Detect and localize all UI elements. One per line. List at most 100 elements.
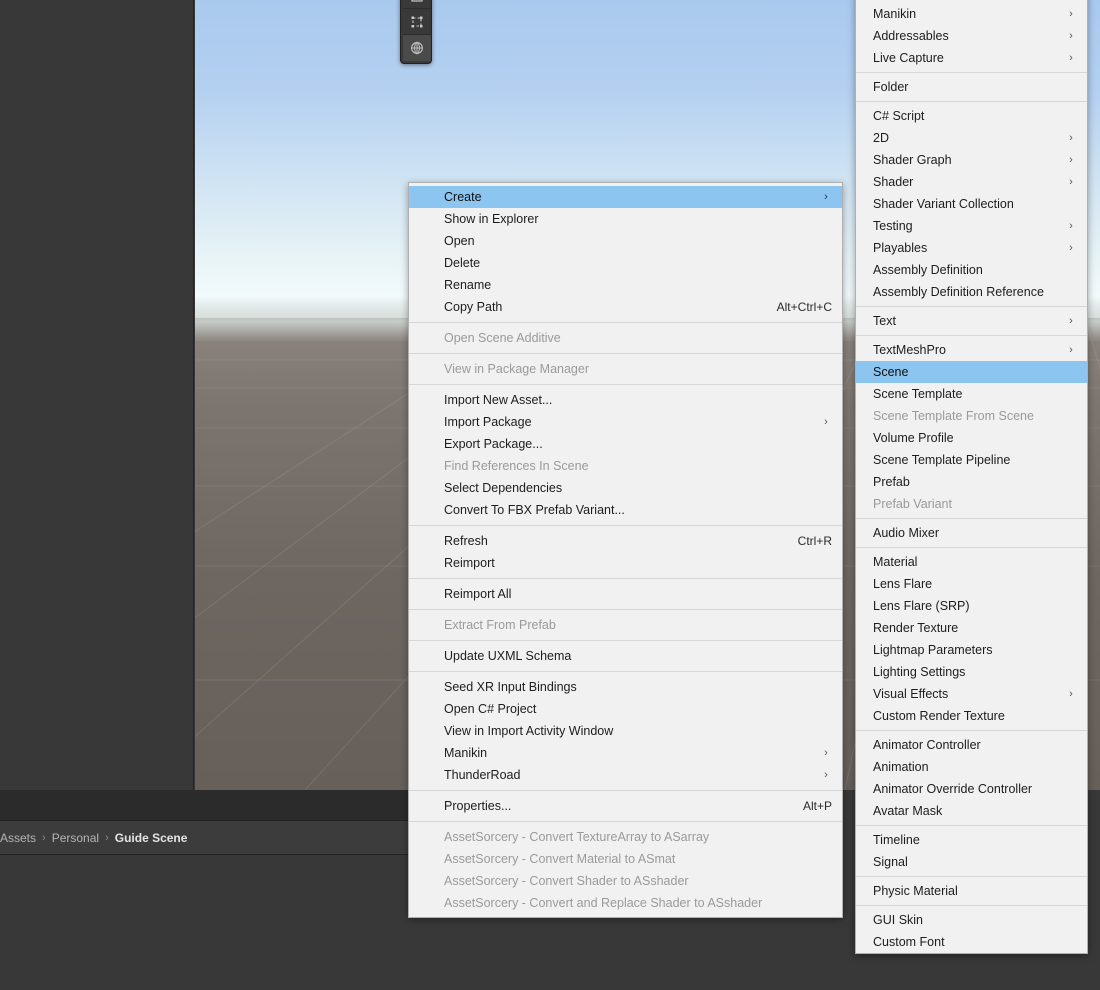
context-menu-item-show-in-explorer[interactable]: Show in Explorer [409, 208, 842, 230]
menu-item-label: Find References In Scene [444, 455, 832, 477]
menu-separator [856, 335, 1087, 336]
context-menu-item-select-dependencies[interactable]: Select Dependencies [409, 477, 842, 499]
menu-item-label: Visual Effects [873, 683, 1055, 705]
menu-item-label: Render Texture [873, 617, 1077, 639]
create-submenu-item-scene-template-pipeline[interactable]: Scene Template Pipeline [856, 449, 1087, 471]
scene-tool-palette[interactable] [400, 0, 432, 64]
context-menu-item-thunderroad[interactable]: ThunderRoad› [409, 764, 842, 786]
rect-tool-icon[interactable] [403, 0, 431, 9]
breadcrumb-separator: › [105, 832, 109, 844]
menu-item-label: Extract From Prefab [444, 614, 832, 636]
create-submenu-item-custom-render-texture[interactable]: Custom Render Texture [856, 705, 1087, 727]
create-submenu-item-c-script[interactable]: C# Script [856, 105, 1087, 127]
context-menu-item-view-in-import-activity-window[interactable]: View in Import Activity Window [409, 720, 842, 742]
create-submenu-item-material[interactable]: Material [856, 551, 1087, 573]
context-menu-item-create[interactable]: Create› [409, 186, 842, 208]
create-submenu-item-audio-mixer[interactable]: Audio Mixer [856, 522, 1087, 544]
create-submenu-item-shader-variant-collection[interactable]: Shader Variant Collection [856, 193, 1087, 215]
create-submenu-item-testing[interactable]: Testing› [856, 215, 1087, 237]
context-menu-item-rename[interactable]: Rename [409, 274, 842, 296]
menu-item-label: Folder [873, 76, 1077, 98]
context-menu-item-properties[interactable]: Properties...Alt+P [409, 795, 842, 817]
create-submenu-item-textmeshpro[interactable]: TextMeshPro› [856, 339, 1087, 361]
create-submenu-item-gui-skin[interactable]: GUI Skin [856, 909, 1087, 931]
create-submenu[interactable]: ThunderRoad›Localization›Manikin›Address… [855, 0, 1088, 954]
create-submenu-item-physic-material[interactable]: Physic Material [856, 880, 1087, 902]
menu-item-label: Material [873, 551, 1077, 573]
breadcrumb-item[interactable]: Assets [0, 831, 36, 845]
context-menu-item-import-new-asset[interactable]: Import New Asset... [409, 389, 842, 411]
context-menu-item-open-c-project[interactable]: Open C# Project [409, 698, 842, 720]
create-submenu-item-prefab[interactable]: Prefab [856, 471, 1087, 493]
menu-item-label: Lightmap Parameters [873, 639, 1077, 661]
create-submenu-item-assembly-definition-reference[interactable]: Assembly Definition Reference [856, 281, 1087, 303]
create-submenu-item-timeline[interactable]: Timeline [856, 829, 1087, 851]
context-menu-item-convert-to-fbx-prefab-variant[interactable]: Convert To FBX Prefab Variant... [409, 499, 842, 521]
create-submenu-item-scene[interactable]: Scene [856, 361, 1087, 383]
create-submenu-item-playables[interactable]: Playables› [856, 237, 1087, 259]
create-submenu-item-animator-override-controller[interactable]: Animator Override Controller [856, 778, 1087, 800]
context-menu-item-delete[interactable]: Delete [409, 252, 842, 274]
create-submenu-item-live-capture[interactable]: Live Capture› [856, 47, 1087, 69]
create-submenu-item-2d[interactable]: 2D› [856, 127, 1087, 149]
menu-item-label: Signal [873, 851, 1077, 873]
create-submenu-item-lighting-settings[interactable]: Lighting Settings [856, 661, 1087, 683]
context-menu-item-export-package[interactable]: Export Package... [409, 433, 842, 455]
create-submenu-item-animation[interactable]: Animation [856, 756, 1087, 778]
create-submenu-item-scene-template[interactable]: Scene Template [856, 383, 1087, 405]
breadcrumb-item[interactable]: Personal [52, 831, 99, 845]
menu-item-label: Physic Material [873, 880, 1077, 902]
context-menu-item-extract-from-prefab: Extract From Prefab [409, 614, 842, 636]
create-submenu-item-volume-profile[interactable]: Volume Profile [856, 427, 1087, 449]
context-menu-item-manikin[interactable]: Manikin› [409, 742, 842, 764]
create-submenu-item-shader-graph[interactable]: Shader Graph› [856, 149, 1087, 171]
menu-item-label: Lens Flare [873, 573, 1077, 595]
create-submenu-item-visual-effects[interactable]: Visual Effects› [856, 683, 1087, 705]
menu-item-label: Open [444, 230, 832, 252]
chevron-right-icon: › [1065, 3, 1077, 25]
create-submenu-item-folder[interactable]: Folder [856, 76, 1087, 98]
breadcrumb-item[interactable]: Guide Scene [115, 831, 188, 845]
context-menu-item-refresh[interactable]: RefreshCtrl+R [409, 530, 842, 552]
menu-item-label: Scene [873, 361, 1077, 383]
menu-separator [409, 322, 842, 323]
create-submenu-item-manikin[interactable]: Manikin› [856, 3, 1087, 25]
custom-global-tool-icon[interactable] [403, 35, 431, 61]
project-asset-context-menu[interactable]: Create›Show in ExplorerOpenDeleteRenameC… [408, 182, 843, 918]
create-submenu-item-signal[interactable]: Signal [856, 851, 1087, 873]
context-menu-item-import-package[interactable]: Import Package› [409, 411, 842, 433]
context-menu-item-update-uxml-schema[interactable]: Update UXML Schema [409, 645, 842, 667]
menu-item-label: Convert To FBX Prefab Variant... [444, 499, 832, 521]
menu-item-label: AssetSorcery - Convert Shader to ASshade… [444, 870, 832, 892]
menu-item-label: AssetSorcery - Convert TextureArray to A… [444, 826, 832, 848]
menu-separator [856, 730, 1087, 731]
menu-item-label: Volume Profile [873, 427, 1077, 449]
context-menu-item-assetsorcery-convert-shader-to-asshader: AssetSorcery - Convert Shader to ASshade… [409, 870, 842, 892]
menu-item-label: Audio Mixer [873, 522, 1077, 544]
menu-item-label: Reimport [444, 552, 832, 574]
menu-item-label: Update UXML Schema [444, 645, 832, 667]
create-submenu-item-lens-flare[interactable]: Lens Flare [856, 573, 1087, 595]
context-menu-item-copy-path[interactable]: Copy PathAlt+Ctrl+C [409, 296, 842, 318]
menu-item-label: Animator Controller [873, 734, 1077, 756]
breadcrumb[interactable]: Assets›Personal›Guide Scene [0, 827, 187, 849]
create-submenu-item-custom-font[interactable]: Custom Font [856, 931, 1087, 953]
create-submenu-item-lens-flare-srp[interactable]: Lens Flare (SRP) [856, 595, 1087, 617]
context-menu-item-open[interactable]: Open [409, 230, 842, 252]
menu-separator [409, 821, 842, 822]
create-submenu-item-addressables[interactable]: Addressables› [856, 25, 1087, 47]
context-menu-item-reimport[interactable]: Reimport [409, 552, 842, 574]
create-submenu-item-text[interactable]: Text› [856, 310, 1087, 332]
context-menu-item-reimport-all[interactable]: Reimport All [409, 583, 842, 605]
project-content-area [0, 855, 408, 990]
context-menu-item-seed-xr-input-bindings[interactable]: Seed XR Input Bindings [409, 676, 842, 698]
create-submenu-item-avatar-mask[interactable]: Avatar Mask [856, 800, 1087, 822]
create-submenu-item-animator-controller[interactable]: Animator Controller [856, 734, 1087, 756]
create-submenu-item-render-texture[interactable]: Render Texture [856, 617, 1087, 639]
transform-tool-icon[interactable] [403, 9, 431, 35]
create-submenu-item-shader[interactable]: Shader› [856, 171, 1087, 193]
create-submenu-item-lightmap-parameters[interactable]: Lightmap Parameters [856, 639, 1087, 661]
menu-item-label: Manikin [444, 742, 810, 764]
create-submenu-item-assembly-definition[interactable]: Assembly Definition [856, 259, 1087, 281]
menu-item-label: View in Package Manager [444, 358, 832, 380]
